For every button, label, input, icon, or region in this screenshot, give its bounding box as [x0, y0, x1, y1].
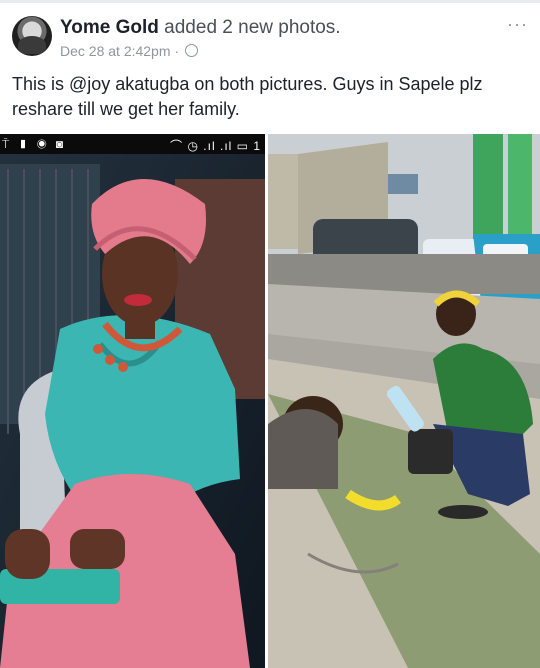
phone-status-bar: ⍑ ▮ ◉ ◙ ⌒ ◷ .ıl .ıl ▭ 1 — [0, 134, 265, 154]
timestamp[interactable]: Dec 28 at 2:42pm — [60, 43, 171, 59]
photo-grid: ⍑ ▮ ◉ ◙ ⌒ ◷ .ıl .ıl ▭ 1 — [0, 134, 540, 668]
ellipsis-icon[interactable]: ··· — [507, 14, 528, 35]
meta-separator: · — [174, 43, 180, 59]
status-icons-left: ⍑ ▮ ◉ ◙ — [2, 137, 67, 151]
photo-left[interactable]: ⍑ ▮ ◉ ◙ ⌒ ◷ .ıl .ıl ▭ 1 — [0, 134, 265, 668]
avatar[interactable] — [12, 16, 52, 56]
post-action: added 2 new photos. — [164, 17, 341, 38]
photo-right[interactable] — [268, 134, 540, 668]
top-divider — [0, 0, 540, 3]
author-name[interactable]: Yome Gold — [60, 17, 159, 38]
post-text: This is @joy akatugba on both pictures. … — [12, 74, 483, 119]
woman-portrait-image — [0, 134, 265, 668]
street-scene-image — [268, 134, 540, 668]
author-line: Yome Gold added 2 new photos. — [60, 17, 341, 39]
globe-icon — [184, 44, 198, 57]
status-icons-right: ⌒ ◷ .ıl .ıl ▭ 1 — [170, 139, 261, 153]
post-header: Yome Gold added 2 new photos. Dec 28 at … — [12, 14, 528, 62]
post-meta: Dec 28 at 2:42pm · — [60, 43, 198, 59]
